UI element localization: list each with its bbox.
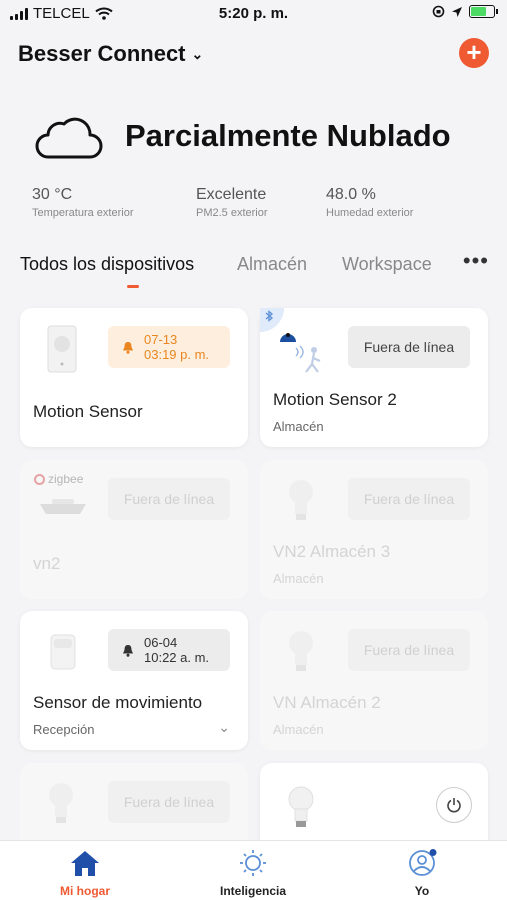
tab-all-devices[interactable]: Todos los dispositivos [20,254,194,275]
room-tabs: Todos los dispositivos Almacén Workspace… [20,248,489,294]
weather-condition: Parcialmente Nublado [125,118,451,153]
battery-icon [469,5,498,18]
device-room: Almacén [273,419,324,434]
light-bulb-icon [49,783,73,823]
tab-workspace[interactable]: Workspace [342,254,432,275]
nav-mi-hogar[interactable]: Mi hogar [25,849,145,898]
badge-date: 07-13 [144,332,178,347]
sun-icon [240,850,266,876]
header: Besser Connect ⌄ + [18,36,489,76]
tab-almacen[interactable]: Almacén [237,254,307,275]
offline-badge: Fuera de línea [348,326,470,368]
stat-pm25: Excelente PM2.5 exterior [196,186,268,219]
device-card-vn2-almacen-3[interactable]: Fuera de línea VN2 Almacén 3 Almacén [260,460,488,599]
chevron-down-icon[interactable]: ⌄ [218,719,230,736]
device-name: Sensor de movimiento [33,693,203,712]
zigbee-label: zigbee [48,472,84,486]
offline-badge: Fuera de línea [348,478,470,520]
device-room: Recepción [33,722,95,737]
device-card-vn2[interactable]: zigbee Fuera de línea vn2 [20,460,248,599]
weather-stats: 30 °C Temperatura exterior Excelente PM2… [32,186,487,226]
zigbee-logo: zigbee [34,472,83,486]
offline-badge: Fuera de línea [348,629,470,671]
badge-date: 06-04 [144,635,178,650]
home-selector[interactable]: Besser Connect ⌄ [18,41,203,67]
bell-icon [123,341,133,354]
zigbee-icon [34,473,45,485]
last-event-badge: 06-04 10:22 a. m. [108,629,230,671]
more-tabs-icon[interactable]: ••• [463,248,489,274]
device-name: VN2 Almacén 3 [273,542,391,561]
device-room: Almacén [273,571,324,586]
motion-sensor-device-icon [50,634,76,670]
stat-temperature: 30 °C Temperatura exterior [32,186,134,219]
stat-value: 30 °C [32,186,73,203]
device-card-motion-sensor[interactable]: 07-13 03:19 p. m. Motion Sensor [20,308,248,447]
power-icon [447,798,461,813]
motion-sensor-device-icon [47,325,77,373]
bottom-nav: Mi hogar Inteligencia Yo [0,840,507,900]
badge-time: 03:19 p. m. [144,347,210,362]
device-name: Motion Sensor [33,402,143,421]
power-button[interactable] [436,787,472,823]
offline-badge: Fuera de línea [108,781,230,823]
chevron-down-icon: ⌄ [191,45,204,62]
nav-label: Yo [414,884,430,898]
status-bar: TELCEL 5:20 p. m. [0,0,507,30]
cloud-icon [35,117,103,159]
offline-badge: Fuera de línea [108,478,230,520]
device-name: Motion Sensor 2 [273,390,397,409]
weather-panel: Parcialmente Nublado [30,110,487,170]
nav-label: Inteligencia [219,884,287,898]
nav-inteligencia[interactable]: Inteligencia [193,849,313,898]
location-icon [452,6,462,17]
stat-value: Excelente [196,186,267,203]
device-card-sensor-de-movimiento[interactable]: 06-04 10:22 a. m. Sensor de movimiento R… [20,611,248,750]
status-right [432,5,498,18]
stat-label: Humedad exterior [326,207,414,219]
device-name: VN Almacén 2 [273,693,381,712]
stat-value: 48.0 % [326,186,376,203]
device-card-vn-almacen-2[interactable]: Fuera de línea VN Almacén 2 Almacén [260,611,488,750]
nav-yo[interactable]: Yo [362,849,482,898]
stat-label: Temperatura exterior [32,207,134,219]
last-event-badge: 07-13 03:19 p. m. [108,326,230,368]
device-card-motion-sensor-2[interactable]: Fuera de línea Motion Sensor 2 Almacén [260,308,488,447]
light-bulb-icon [289,480,313,520]
device-room: Almacén [273,722,324,737]
device-name: vn2 [33,554,61,573]
nav-label: Mi hogar [60,884,110,898]
add-device-button[interactable]: + [459,38,489,68]
home-title: Besser Connect [18,41,186,66]
bell-icon [123,644,133,657]
gateway-device-icon [40,499,86,514]
stat-humidity: 48.0 % Humedad exterior [326,186,413,219]
orientation-lock-icon [432,5,445,18]
light-bulb-icon [288,786,314,827]
stat-label: PM2.5 exterior [196,207,268,219]
clock: 5:20 p. m. [218,5,289,22]
profile-icon [409,849,437,876]
motion-detector-icon [280,333,321,373]
home-icon [71,851,99,876]
active-tab-indicator [127,285,139,288]
light-bulb-icon [289,631,313,671]
badge-time: 10:22 a. m. [144,650,210,665]
